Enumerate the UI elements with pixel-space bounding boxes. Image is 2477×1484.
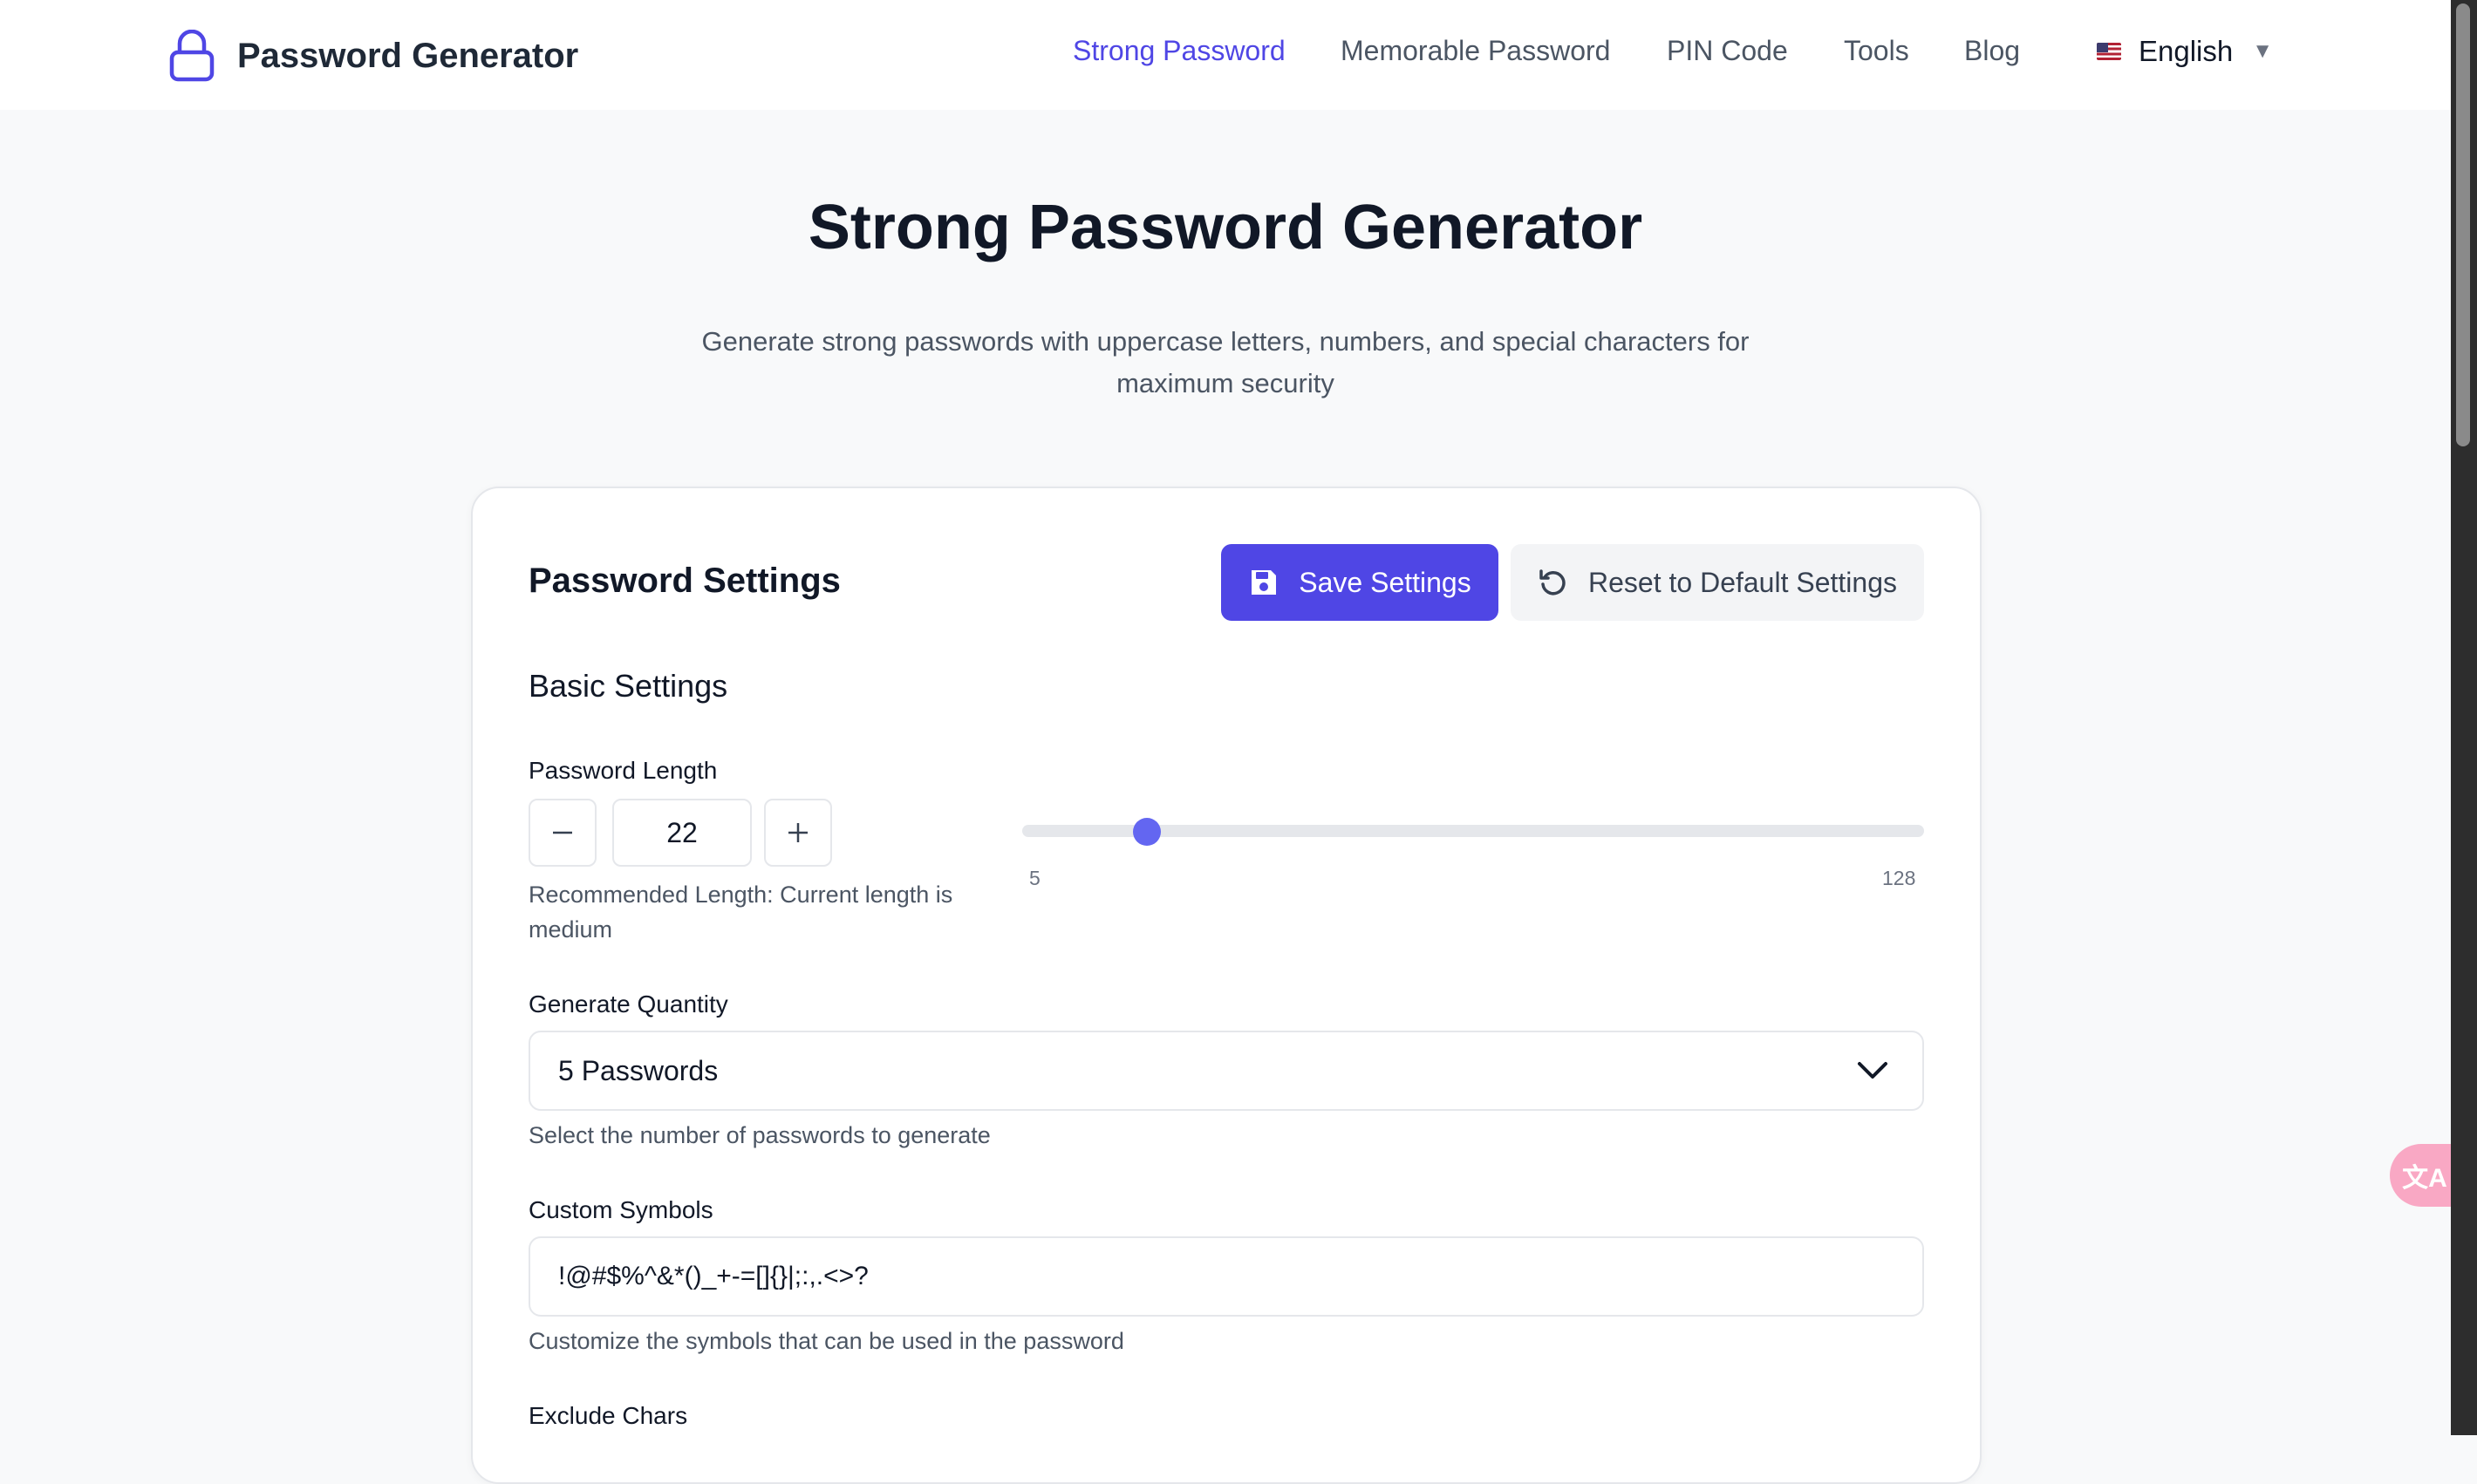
plus-icon xyxy=(788,823,808,842)
page-title: Strong Password Generator xyxy=(808,193,1643,262)
minus-icon xyxy=(553,831,572,834)
quantity-select[interactable]: 5 Passwords xyxy=(529,1031,1924,1111)
reset-icon xyxy=(1539,569,1566,596)
length-recommendation: Recommended Length: Current length is me… xyxy=(529,882,953,943)
password-length-input[interactable]: 22 xyxy=(612,799,752,867)
custom-symbols-input[interactable]: !@#$%^&*()_+-=[]{}|;:,.<>? xyxy=(529,1236,1924,1317)
language-selector[interactable]: English ▼ xyxy=(2097,35,2273,68)
custom-symbols-label: Custom Symbols xyxy=(529,1196,713,1223)
decrease-length-button[interactable] xyxy=(529,799,597,867)
quantity-selected-value: 5 Passwords xyxy=(558,1054,719,1086)
chevron-down-icon xyxy=(1858,1062,1887,1079)
nav-pin-code[interactable]: PIN Code xyxy=(1667,35,1788,67)
slider-max-label: 128 xyxy=(1882,867,1916,889)
nav-blog[interactable]: Blog xyxy=(1964,35,2020,67)
increase-length-button[interactable] xyxy=(764,799,832,867)
save-icon xyxy=(1252,570,1277,595)
language-label: English xyxy=(2139,35,2234,67)
length-slider-thumb[interactable] xyxy=(1132,818,1161,846)
reset-settings-label: Reset to Default Settings xyxy=(1588,566,1897,598)
caret-down-icon: ▼ xyxy=(2252,39,2273,63)
custom-symbols-hint: Customize the symbols that can be used i… xyxy=(529,1328,1124,1354)
save-settings-label: Save Settings xyxy=(1299,566,1471,598)
save-settings-button[interactable]: Save Settings xyxy=(1221,544,1498,621)
basic-settings-heading: Basic Settings xyxy=(529,668,728,704)
logo[interactable]: Password Generator xyxy=(169,30,578,82)
password-length-label: Password Length xyxy=(529,757,718,784)
translate-button[interactable]: 文A xyxy=(2390,1144,2460,1207)
settings-title: Password Settings xyxy=(529,562,841,600)
page-subtitle: Generate strong passwords with uppercase… xyxy=(701,326,1750,398)
nav-strong-password[interactable]: Strong Password xyxy=(1073,35,1286,67)
nav-tools[interactable]: Tools xyxy=(1844,35,1909,67)
quantity-hint: Select the number of passwords to genera… xyxy=(529,1122,991,1148)
logo-text: Password Generator xyxy=(237,36,579,75)
lock-icon xyxy=(169,30,215,82)
generate-quantity-label: Generate Quantity xyxy=(529,990,728,1018)
slider-min-label: 5 xyxy=(1029,867,1041,889)
reset-settings-button[interactable]: Reset to Default Settings xyxy=(1511,544,1924,621)
exclude-chars-label: Exclude Chars xyxy=(529,1402,688,1429)
translate-icon: 文A xyxy=(2402,1164,2447,1193)
nav-memorable-password[interactable]: Memorable Password xyxy=(1341,35,1610,67)
header: Password Generator Strong Password Memor… xyxy=(0,0,2451,110)
scrollbar-thumb[interactable] xyxy=(2456,3,2470,446)
us-flag-icon xyxy=(2097,43,2121,60)
page: Password Generator Strong Password Memor… xyxy=(0,0,2460,1484)
settings-card: Password Settings Save Settings Reset to… xyxy=(471,487,1982,1484)
